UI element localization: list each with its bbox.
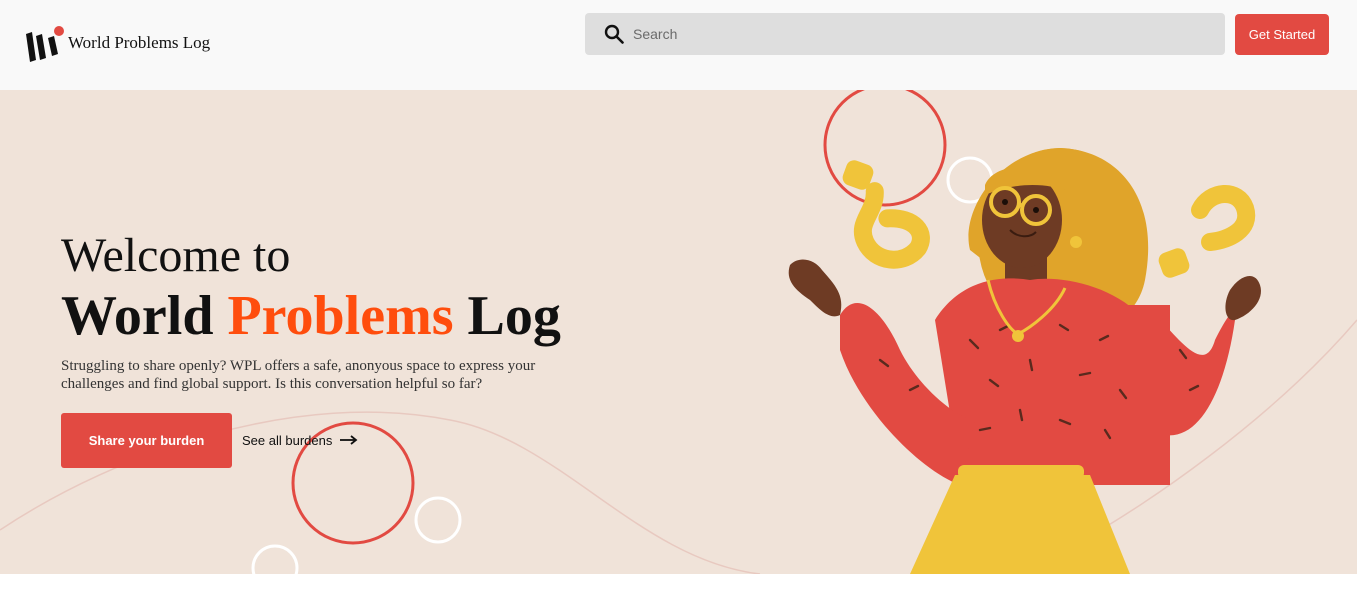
- question-mark-left-icon: [842, 160, 930, 269]
- hero-illustration: [788, 148, 1261, 574]
- hero-description: Struggling to share openly? WPL offers a…: [61, 358, 536, 392]
- hero-title-part2: Log: [453, 285, 561, 347]
- hero-title-part1: World: [61, 285, 228, 347]
- see-all-burdens-link[interactable]: See all burdens: [242, 431, 358, 449]
- top-navbar: World Problems Log Get Started: [0, 0, 1357, 90]
- decorative-circle: [251, 544, 299, 574]
- wpl-logo-icon[interactable]: [22, 24, 64, 64]
- hero-title-accent: Problems: [227, 285, 454, 347]
- search-bar[interactable]: [585, 13, 1225, 55]
- hero-title: World Problems Log: [61, 288, 561, 344]
- hero-welcome: Welcome to: [61, 229, 291, 282]
- brand-name[interactable]: World Problems Log: [68, 33, 210, 53]
- see-all-burdens-label: See all burdens: [242, 432, 333, 448]
- arrow-right-icon: [340, 435, 358, 445]
- decorative-circle: [414, 496, 462, 544]
- hero-section: Welcome to World Problems Log Struggling…: [0, 90, 1357, 574]
- share-burden-button[interactable]: Share your burden: [61, 413, 232, 468]
- search-icon: [604, 24, 624, 44]
- get-started-button[interactable]: Get Started: [1235, 14, 1329, 55]
- question-mark-right-icon: [1158, 185, 1256, 278]
- search-input[interactable]: [633, 13, 1203, 55]
